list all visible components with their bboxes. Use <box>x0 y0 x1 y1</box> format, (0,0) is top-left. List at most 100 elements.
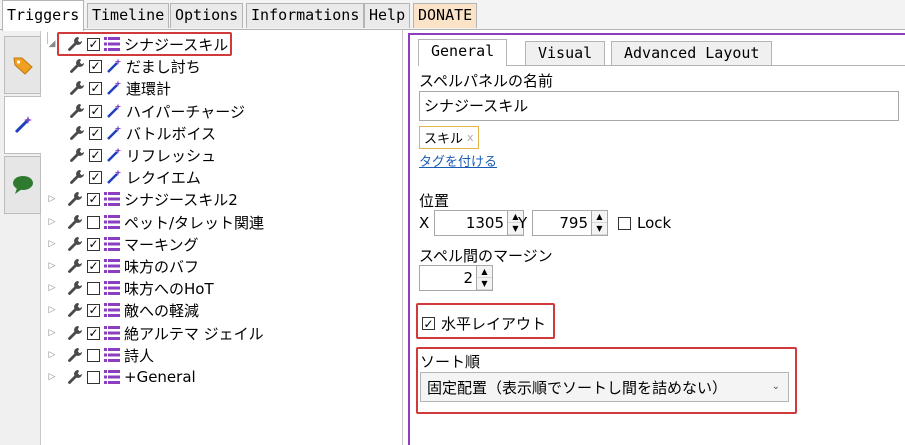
tree-group-item[interactable]: ▷ ✓ マーキング <box>47 233 199 255</box>
rail-tab-tickers[interactable] <box>4 156 41 214</box>
margin-spinner[interactable]: ▲ ▼ <box>476 266 492 290</box>
expand-arrow-icon[interactable]: ▷ <box>47 283 57 293</box>
expand-arrow-icon[interactable]: ▷ <box>47 328 57 338</box>
expand-arrow-icon[interactable]: ▷ <box>47 350 57 360</box>
enable-checkbox[interactable] <box>87 215 100 229</box>
expand-arrow-icon[interactable]: ▷ <box>47 305 57 315</box>
wrench-icon[interactable] <box>67 214 83 230</box>
x-position-input[interactable]: 1305 ▲ ▼ <box>434 210 524 236</box>
tab-timeline[interactable]: Timeline <box>87 3 170 28</box>
enable-checkbox[interactable]: ✓ <box>87 192 100 206</box>
expand-arrow-icon[interactable]: ▷ <box>47 261 57 271</box>
enable-checkbox[interactable] <box>87 281 100 295</box>
wrench-icon[interactable] <box>69 147 85 163</box>
wrench-icon[interactable] <box>69 169 85 185</box>
enable-checkbox[interactable]: ✓ <box>89 104 102 118</box>
tree-group-item[interactable]: ▷ 味方へのHoT <box>47 277 214 299</box>
tab-advanced-layout[interactable]: Advanced Layout <box>611 41 773 65</box>
enable-checkbox[interactable]: ✓ <box>87 303 100 317</box>
tree-item-label: バトルボイス <box>126 124 217 143</box>
rail-tab-tags[interactable] <box>4 36 41 94</box>
tab-visual[interactable]: Visual <box>525 41 606 65</box>
spin-down-icon[interactable]: ▼ <box>592 223 607 235</box>
enable-checkbox[interactable] <box>87 370 100 384</box>
y-position-input[interactable]: 795 ▲ ▼ <box>532 210 608 236</box>
tree-group-item[interactable]: ▷ ✓ シナジースキル2 <box>47 188 238 210</box>
wrench-icon[interactable] <box>67 258 83 274</box>
enable-checkbox[interactable]: ✓ <box>89 81 102 95</box>
tree-group-item[interactable]: ▷ +General <box>47 366 196 388</box>
wrench-icon[interactable] <box>67 302 83 318</box>
spell-panel-icon <box>104 326 120 340</box>
tree-trigger-item[interactable]: ✓ ハイパーチャージ <box>69 100 245 122</box>
wrench-icon[interactable] <box>67 191 83 207</box>
tree-group-item[interactable]: ▷ 詩人 <box>47 344 154 366</box>
tree-trigger-item[interactable]: ✓ 連環計 <box>69 77 171 99</box>
spell-panel-icon <box>104 259 120 273</box>
tree-trigger-item[interactable]: ✓ バトルボイス <box>69 122 216 144</box>
collapse-arrow-icon[interactable]: ◢ <box>47 39 57 49</box>
tab-options[interactable]: Options <box>170 3 244 28</box>
tab-help[interactable]: Help <box>364 3 411 28</box>
wrench-icon[interactable] <box>67 369 83 385</box>
spell-wand-icon <box>106 169 122 185</box>
expand-arrow-icon[interactable]: ▷ <box>47 372 57 382</box>
tree-group-item[interactable]: ◢ ✓ シナジースキル <box>47 33 229 55</box>
tree-trigger-item[interactable]: ✓ だまし討ち <box>69 55 201 77</box>
rail-tab-spells[interactable] <box>4 96 41 154</box>
wrench-icon[interactable] <box>69 125 85 141</box>
wrench-icon[interactable] <box>69 103 85 119</box>
enable-checkbox[interactable]: ✓ <box>87 326 100 340</box>
enable-checkbox[interactable]: ✓ <box>89 59 102 73</box>
y-spinner[interactable]: ▲ ▼ <box>591 211 607 235</box>
y-position-value: 795 <box>559 214 588 232</box>
expand-arrow-icon[interactable]: ▷ <box>47 194 57 204</box>
tree-group-item[interactable]: ▷ ✓ 絶アルテマ ジェイル <box>47 322 264 344</box>
chevron-down-icon: ⌄ <box>771 381 780 392</box>
tag-chip[interactable]: スキル x <box>419 126 479 149</box>
tree-trigger-item[interactable]: ✓ リフレッシュ <box>69 144 216 166</box>
enable-checkbox[interactable]: ✓ <box>87 259 100 273</box>
category-rail <box>0 30 41 445</box>
expand-arrow-icon[interactable]: ▷ <box>47 217 57 227</box>
enable-checkbox[interactable]: ✓ <box>87 237 100 251</box>
horizontal-layout-checkbox[interactable]: ✓ 水平レイアウト <box>422 313 546 334</box>
tab-general[interactable]: General <box>418 39 508 66</box>
wrench-icon[interactable] <box>69 80 85 96</box>
tree-item-label: 絶アルテマ ジェイル <box>124 324 264 343</box>
tree-trigger-item[interactable]: ✓ レクイエム <box>69 166 201 188</box>
enable-checkbox[interactable]: ✓ <box>87 37 100 51</box>
tree-group-item[interactable]: ▷ ✓ 味方のバフ <box>47 255 199 277</box>
x-position-value: 1305 <box>465 214 504 232</box>
spin-down-icon[interactable]: ▼ <box>477 278 492 290</box>
enable-checkbox[interactable] <box>87 348 100 362</box>
tab-donate[interactable]: DONATE <box>413 3 478 28</box>
margin-input[interactable]: 2 ▲ ▼ <box>419 265 493 291</box>
tab-informations[interactable]: Informations <box>246 3 365 28</box>
tag-remove-icon[interactable]: x <box>467 131 474 144</box>
tag-icon <box>12 57 33 75</box>
expand-arrow-icon[interactable]: ▷ <box>47 239 57 249</box>
wrench-icon[interactable] <box>67 36 83 52</box>
wrench-icon[interactable] <box>67 347 83 363</box>
add-tag-link[interactable]: タグを付ける <box>419 151 497 170</box>
tree-group-item[interactable]: ▷ ペット/タレット関連 <box>47 211 265 233</box>
horizontal-layout-checkbox-box[interactable]: ✓ <box>422 317 435 330</box>
wrench-icon[interactable] <box>67 236 83 252</box>
spell-wand-icon <box>106 147 122 163</box>
enable-checkbox[interactable]: ✓ <box>89 170 102 184</box>
sort-order-select[interactable]: 固定配置（表示順でソートし間を詰めない） ⌄ <box>420 372 789 402</box>
panel-name-input[interactable]: シナジースキル <box>419 91 899 121</box>
lock-checkbox[interactable]: Lock <box>618 214 671 232</box>
tab-triggers[interactable]: Triggers <box>2 0 85 31</box>
spin-up-icon[interactable]: ▲ <box>477 266 492 278</box>
enable-checkbox[interactable]: ✓ <box>89 126 102 140</box>
spin-up-icon[interactable]: ▲ <box>592 211 607 223</box>
wrench-icon[interactable] <box>67 325 83 341</box>
wrench-icon[interactable] <box>67 280 83 296</box>
lock-checkbox-box[interactable] <box>618 216 631 230</box>
wrench-icon[interactable] <box>69 58 85 74</box>
enable-checkbox[interactable]: ✓ <box>89 148 102 162</box>
tree-group-item[interactable]: ▷ ✓ 敵への軽減 <box>47 299 199 321</box>
sort-order-value: 固定配置（表示順でソートし間を詰めない） <box>427 378 728 397</box>
